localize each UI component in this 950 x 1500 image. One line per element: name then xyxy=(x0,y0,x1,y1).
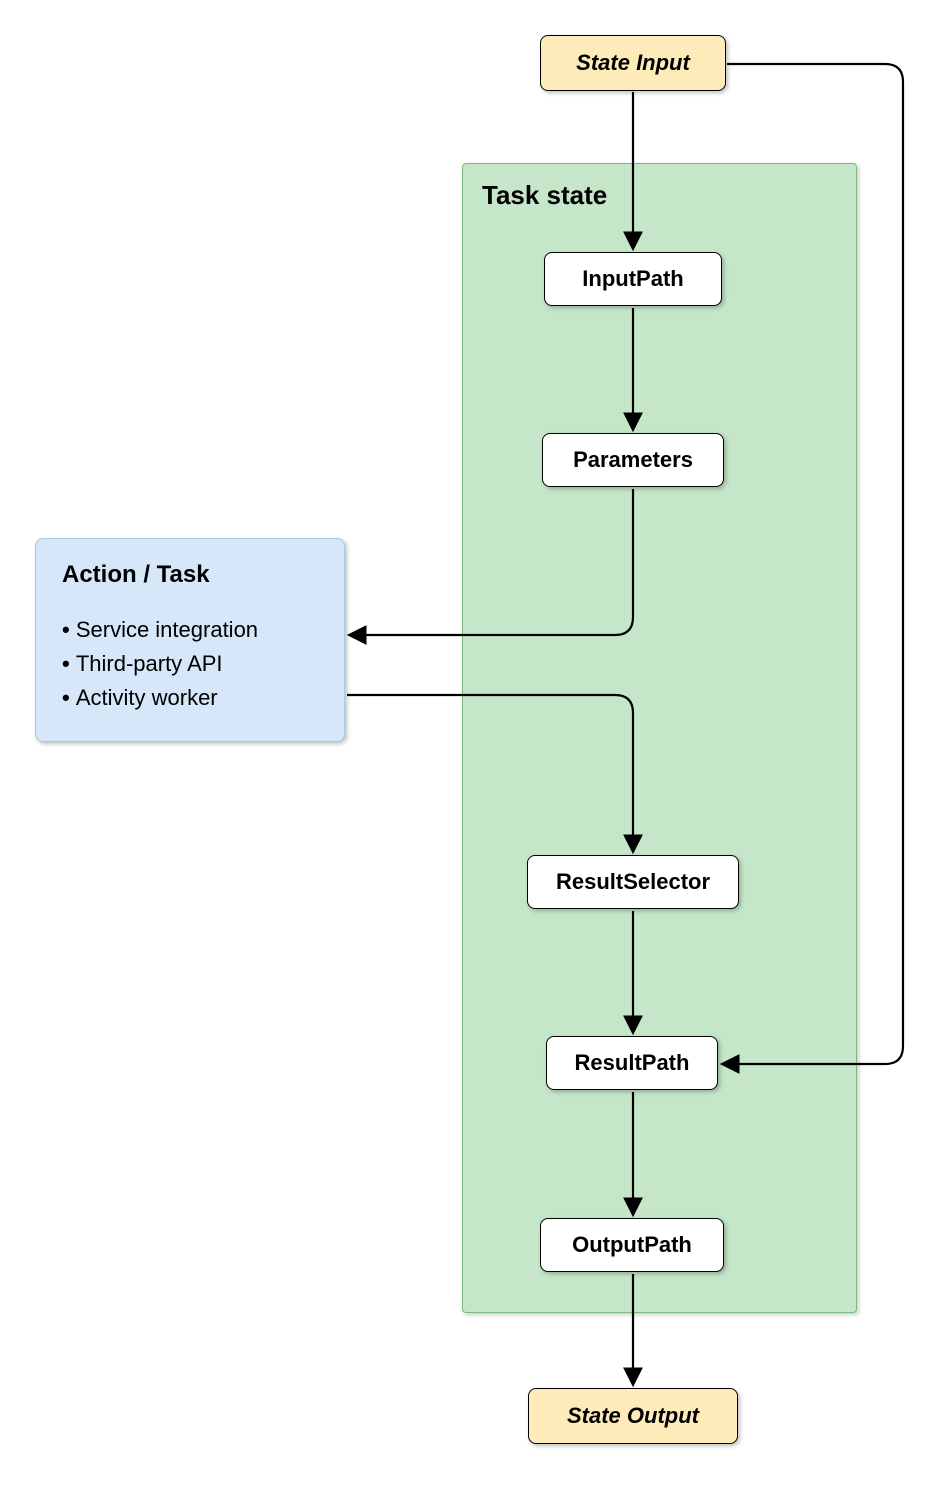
result-path-label: ResultPath xyxy=(575,1050,690,1076)
parameters-box: Parameters xyxy=(542,433,724,487)
task-state-container xyxy=(462,163,857,1313)
action-task-title: Action / Task xyxy=(62,561,318,589)
input-path-box: InputPath xyxy=(544,252,722,306)
result-selector-label: ResultSelector xyxy=(556,869,710,895)
action-task-box: Action / Task Service integration Third-… xyxy=(35,538,345,742)
action-item: Third-party API xyxy=(62,647,318,681)
action-task-list: Service integration Third-party API Acti… xyxy=(62,613,318,715)
output-path-box: OutputPath xyxy=(540,1218,724,1272)
action-item: Service integration xyxy=(62,613,318,647)
parameters-label: Parameters xyxy=(573,447,693,473)
result-selector-box: ResultSelector xyxy=(527,855,739,909)
input-path-label: InputPath xyxy=(582,266,683,292)
action-item: Activity worker xyxy=(62,681,318,715)
state-input-box: State Input xyxy=(540,35,726,91)
state-output-box: State Output xyxy=(528,1388,738,1444)
state-output-label: State Output xyxy=(567,1403,699,1429)
result-path-box: ResultPath xyxy=(546,1036,718,1090)
task-state-label: Task state xyxy=(482,180,607,211)
state-input-label: State Input xyxy=(576,50,690,76)
output-path-label: OutputPath xyxy=(572,1232,692,1258)
